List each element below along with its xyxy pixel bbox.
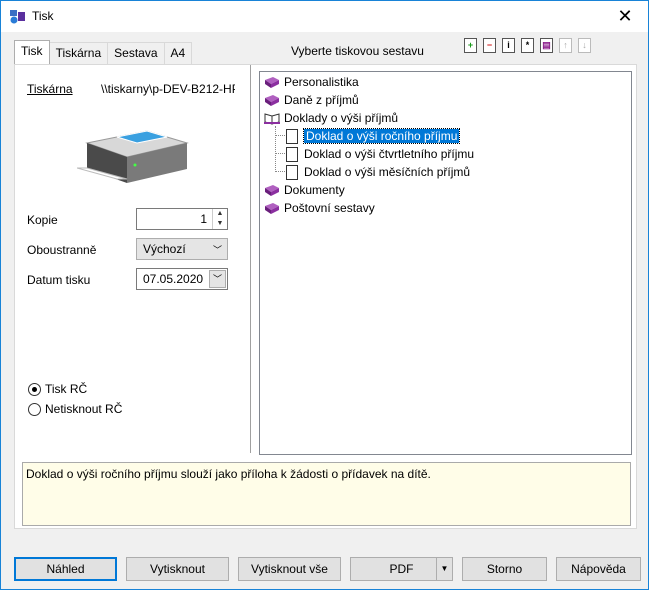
printer-icon (77, 130, 189, 183)
radio-print-rc[interactable]: Tisk RČ (28, 382, 87, 396)
document-icon (286, 128, 298, 144)
document-icon (286, 146, 298, 162)
tab-sestava[interactable]: Sestava (107, 42, 165, 64)
duplex-select[interactable]: Výchozí ﹀ (136, 238, 228, 260)
pdf-dropdown-icon[interactable]: ▼ (436, 558, 452, 580)
close-icon: ✕ (617, 6, 633, 26)
book-icon (265, 94, 279, 106)
chevron-down-icon: ﹀ (212, 245, 222, 255)
close-button[interactable]: ✕ (602, 1, 648, 32)
preview-button[interactable]: Náhled (14, 557, 117, 581)
add-icon[interactable]: + (464, 38, 477, 53)
splitter[interactable] (250, 65, 251, 453)
tree-item[interactable]: Doklad o výši měsíčních příjmů (286, 163, 470, 181)
move-down-icon[interactable]: ↓ (578, 38, 591, 53)
report-description: Doklad o výši ročního příjmu slouží jako… (22, 462, 631, 526)
document-icon (286, 164, 298, 180)
window-title: Tisk (32, 9, 54, 23)
book-icon (265, 184, 279, 196)
pdf-button[interactable]: PDF ▼ (350, 557, 453, 581)
print-all-button[interactable]: Vytisknout vše (238, 557, 341, 581)
open-book-icon (264, 112, 280, 125)
printer-path: \\tiskarny\p-DEV-B212-HP2 (101, 82, 235, 96)
book-icon (265, 76, 279, 88)
help-button[interactable]: Nápověda (556, 557, 641, 581)
date-picker[interactable]: 07.05.2020 ﹀ (136, 268, 228, 290)
stepper-up-icon[interactable]: ▲ (213, 209, 227, 219)
radio-no-rc[interactable]: Netisknout RČ (28, 402, 122, 416)
tab-tisk[interactable]: Tisk (14, 40, 50, 64)
star-icon[interactable]: * (521, 38, 534, 53)
copies-label: Kopie (27, 213, 58, 227)
tree-item[interactable]: Personalistika (264, 73, 359, 91)
duplex-label: Oboustranně (27, 243, 97, 257)
tab-bar: Tisk Tiskárna Sestava A4 (14, 40, 193, 64)
radio-checked-icon (28, 382, 41, 396)
pdf-label: PDF (389, 562, 414, 576)
title-bar: Tisk ✕ (1, 1, 648, 32)
app-icon (10, 10, 25, 24)
date-label: Datum tisku (27, 273, 91, 287)
copies-value: 1 (200, 212, 207, 226)
radio-print-rc-label: Tisk RČ (45, 382, 88, 396)
tree-item[interactable]: Doklady o výši příjmů (264, 109, 398, 127)
tab-panel: Tiskárna \\tiskarny\p-DEV-B212-HP2 Kopie… (14, 64, 637, 529)
move-up-icon[interactable]: ↑ (559, 38, 572, 53)
tree-item[interactable]: Poštovní sestavy (264, 199, 375, 217)
duplex-value: Výchozí (143, 242, 186, 256)
stepper-down-icon[interactable]: ▼ (213, 219, 227, 229)
info-icon[interactable]: i (502, 38, 515, 53)
copy-icon[interactable]: ▤ (540, 38, 553, 53)
book-icon (265, 202, 279, 214)
tab-tiskarna[interactable]: Tiskárna (48, 42, 109, 64)
date-value: 07.05.2020 (143, 272, 204, 286)
report-toolbar: + − i * ▤ ↑ ↓ (464, 38, 591, 53)
print-dialog: Tisk ✕ Tisk Tiskárna Sestava A4 Vyberte … (0, 0, 649, 590)
tree-item[interactable]: Doklad o výši čtvrtletního příjmu (286, 145, 474, 163)
cancel-button[interactable]: Storno (462, 557, 547, 581)
radio-no-rc-label: Netisknout RČ (45, 402, 123, 416)
print-button[interactable]: Vytisknout (126, 557, 229, 581)
remove-icon[interactable]: − (483, 38, 496, 53)
tree-item[interactable]: Daně z příjmů (264, 91, 359, 109)
tree-item[interactable]: Doklad o výši ročního příjmu (286, 127, 461, 145)
printer-label[interactable]: Tiskárna (27, 82, 73, 96)
tab-a4[interactable]: A4 (163, 42, 193, 64)
calendar-dropdown-icon[interactable]: ﹀ (209, 270, 226, 288)
report-tree[interactable]: Personalistika Daně z příjmů Doklady o v… (259, 71, 632, 455)
copies-stepper[interactable]: 1 ▲ ▼ (136, 208, 228, 230)
tree-item[interactable]: Dokumenty (264, 181, 345, 199)
radio-unchecked-icon (28, 402, 41, 416)
select-report-label: Vyberte tiskovou sestavu (291, 44, 424, 58)
